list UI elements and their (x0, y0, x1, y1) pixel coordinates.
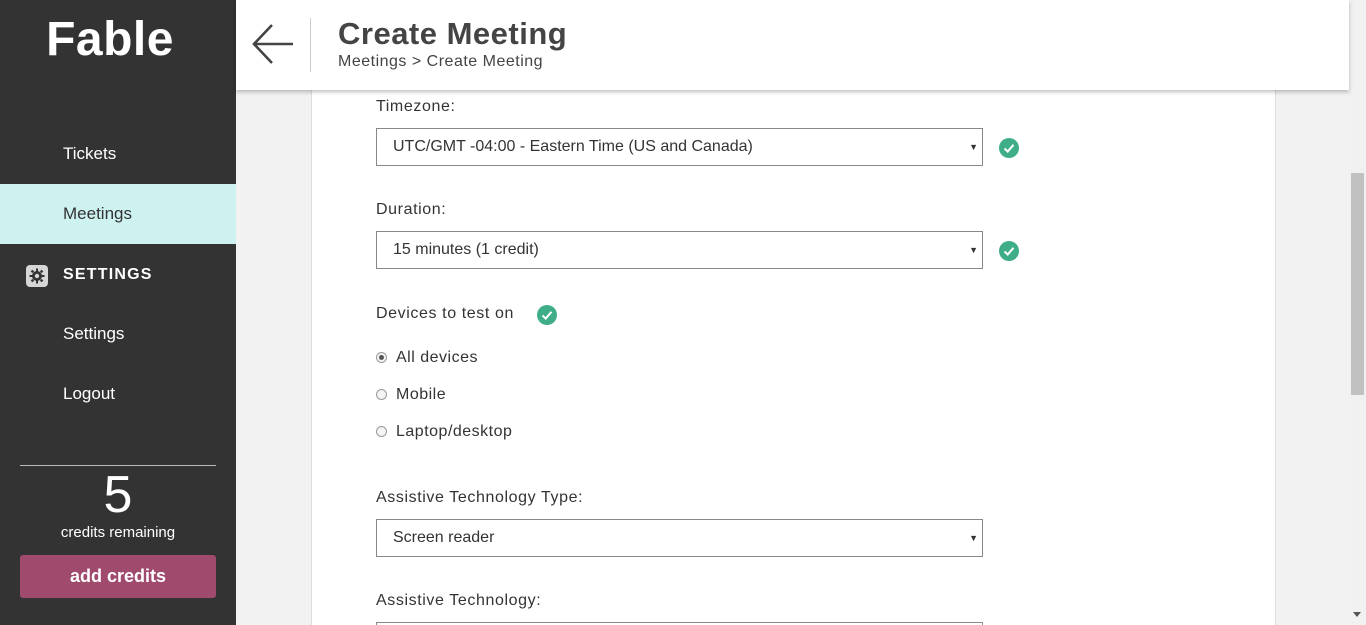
fable-logo[interactable]: Fable (0, 12, 220, 67)
check-circle-icon (999, 138, 1019, 158)
duration-value: 15 minutes (1 credit) (393, 241, 539, 258)
at-type-label: Assistive Technology Type: (376, 489, 584, 506)
sidebar-item-label: Tickets (63, 144, 117, 163)
radio-label: All devices (396, 349, 478, 366)
page-title: Create Meeting (338, 16, 568, 51)
sidebar-item-label: Meetings (63, 204, 132, 223)
caret-down-icon: ▼ (969, 142, 978, 152)
sidebar-item-logout[interactable]: Logout (0, 364, 236, 424)
devices-label: Devices to test on (376, 305, 514, 322)
vertical-scrollbar[interactable] (1349, 0, 1366, 625)
sidebar-item-label: Logout (63, 384, 115, 403)
header-divider (310, 18, 311, 72)
back-button[interactable] (250, 22, 298, 66)
page-header: Create Meeting Meetings > Create Meeting (236, 0, 1349, 90)
duration-label: Duration: (376, 201, 447, 218)
settings-section-heading: SETTINGS (63, 266, 153, 283)
timezone-label: Timezone: (376, 98, 456, 115)
radio-label: Laptop/desktop (396, 423, 513, 440)
at-type-value: Screen reader (393, 529, 495, 546)
sidebar-item-settings[interactable]: Settings (0, 304, 236, 364)
timezone-value: UTC/GMT -04:00 - Eastern Time (US and Ca… (393, 138, 753, 155)
radio-button[interactable] (376, 352, 387, 363)
scroll-down-arrow-icon[interactable] (1353, 612, 1361, 617)
radio-label: Mobile (396, 386, 447, 403)
sidebar: Fable Tickets Meetings SETTINGS Settings… (0, 0, 236, 625)
sidebar-item-label: Settings (63, 324, 125, 343)
sidebar-item-tickets[interactable]: Tickets (0, 124, 236, 184)
breadcrumb: Meetings > Create Meeting (338, 53, 544, 70)
caret-down-icon: ▼ (969, 533, 978, 543)
caret-down-icon: ▼ (969, 245, 978, 255)
scrollbar-thumb[interactable] (1351, 173, 1364, 395)
arrow-left-icon (250, 24, 298, 70)
credits-label: credits remaining (60, 524, 176, 541)
check-circle-icon (999, 241, 1019, 261)
timezone-select[interactable]: UTC/GMT -04:00 - Eastern Time (US and Ca… (376, 128, 983, 166)
add-credits-button[interactable]: add credits (20, 555, 216, 598)
credits-count: 5 (103, 466, 133, 524)
duration-select[interactable]: 15 minutes (1 credit) ▼ (376, 231, 983, 269)
radio-button[interactable] (376, 389, 387, 400)
radio-button[interactable] (376, 426, 387, 437)
at-label: Assistive Technology: (376, 592, 542, 609)
sidebar-item-meetings[interactable]: Meetings (0, 184, 236, 244)
check-circle-icon (537, 305, 557, 325)
at-type-select[interactable]: Screen reader ▼ (376, 519, 983, 557)
